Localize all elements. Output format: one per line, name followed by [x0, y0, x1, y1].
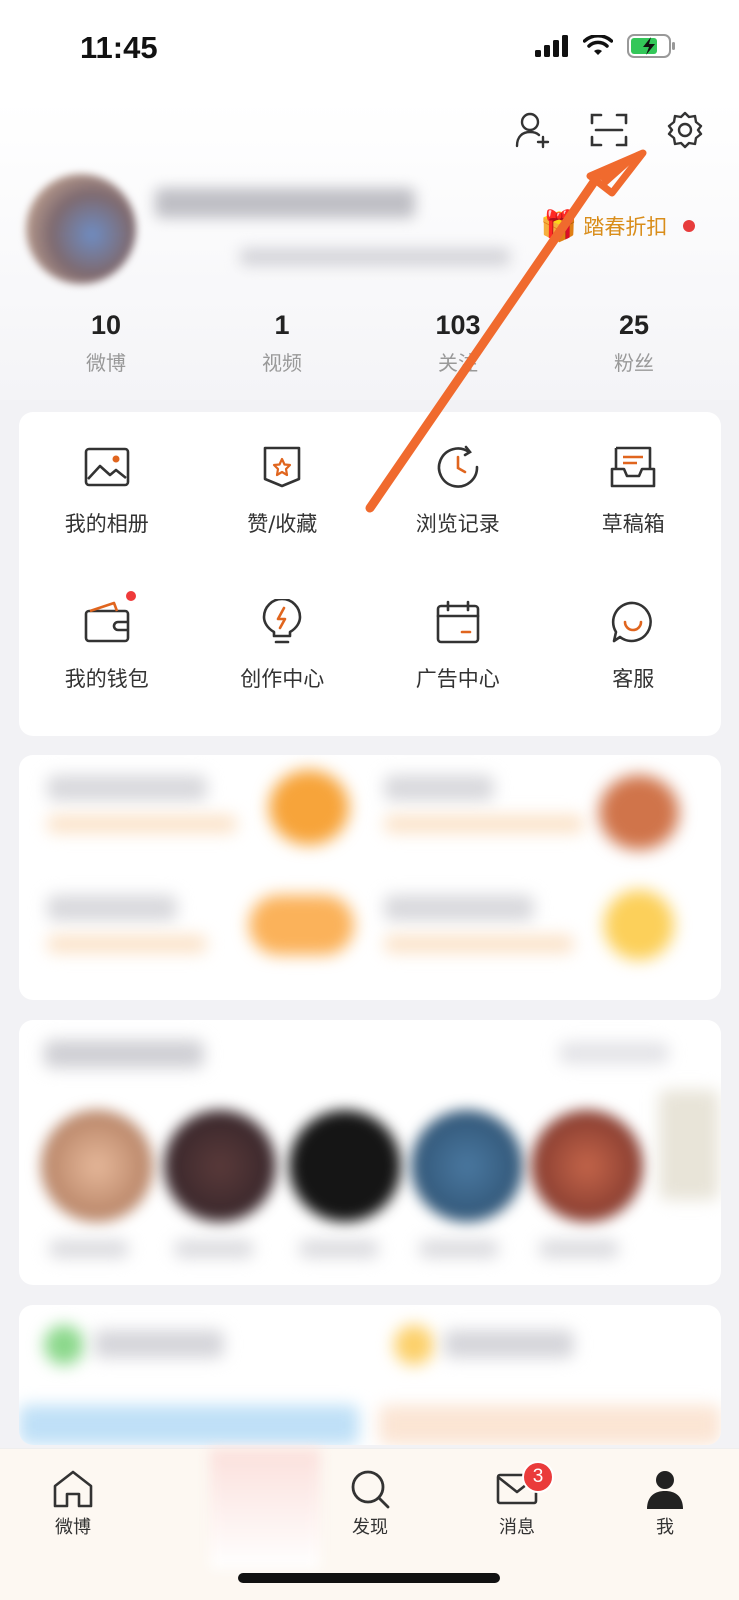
blurred-content-card[interactable]	[19, 755, 721, 1000]
menu-label: 草稿箱	[601, 512, 665, 536]
gift-icon: 🎁	[540, 208, 578, 244]
stats-row: 10 微博 1 视频 103 关注 25 粉丝	[18, 310, 722, 390]
status-bar: 11:45	[0, 0, 739, 100]
stat-following[interactable]: 103 关注	[370, 310, 546, 390]
tab-messages[interactable]: 3 消息	[472, 1461, 562, 1539]
stat-weibo[interactable]: 10 微博	[18, 310, 194, 390]
menu-item-creator-center[interactable]: 创作中心	[195, 597, 371, 752]
blurred-service-card[interactable]	[19, 1305, 721, 1445]
status-icons	[535, 34, 677, 58]
add-friend-icon[interactable]	[513, 108, 553, 152]
message-badge: 3	[522, 1461, 554, 1493]
tab-label: 微博	[55, 1517, 91, 1538]
discover-icon	[351, 1470, 390, 1509]
menu-label: 我的钱包	[64, 667, 149, 691]
status-time: 11:45	[80, 30, 158, 65]
promo-banner[interactable]: 🎁 踏春折扣	[540, 206, 696, 246]
promo-text: 踏春折扣	[583, 215, 668, 239]
stat-number: 103	[435, 310, 481, 340]
photo-album-icon	[82, 442, 132, 492]
customer-service-icon	[608, 597, 658, 647]
menu-label: 浏览记录	[415, 512, 500, 536]
tab-home[interactable]: 微博	[28, 1469, 118, 1539]
menu-item-wallet[interactable]: 我的钱包	[19, 589, 195, 752]
tab-me[interactable]: 我	[620, 1469, 710, 1539]
top-actions	[513, 108, 705, 152]
ad-center-icon	[433, 597, 483, 647]
menu-item-drafts[interactable]: 草稿箱	[546, 442, 722, 597]
tab-label: 发现	[352, 1517, 388, 1538]
menu-item-photo-album[interactable]: 我的相册	[19, 442, 195, 597]
stat-label: 微博	[86, 351, 126, 375]
profile-header[interactable]: 🎁 踏春折扣	[0, 170, 739, 295]
favorite-icon	[257, 442, 307, 492]
creator-center-icon	[257, 597, 307, 647]
battery-icon	[627, 34, 675, 58]
tab-label: 我	[656, 1517, 674, 1538]
stat-number: 10	[90, 310, 122, 340]
home-icon	[53, 1470, 93, 1508]
tab-discover[interactable]: 发现	[325, 1469, 415, 1539]
stat-video[interactable]: 1 视频	[194, 310, 370, 390]
stat-number: 1	[274, 310, 290, 340]
menu-label: 客服	[612, 667, 655, 691]
menu-label: 创作中心	[240, 667, 325, 691]
settings-icon[interactable]	[665, 108, 705, 152]
tab-label: 消息	[499, 1517, 535, 1538]
profile-subtitle-blurred	[240, 248, 510, 266]
stat-label: 视频	[262, 351, 302, 375]
promo-red-dot	[683, 220, 696, 232]
stat-number: 25	[618, 310, 650, 340]
blurred-recommend-card[interactable]	[19, 1020, 721, 1285]
wallet-red-dot	[123, 589, 138, 603]
menu-card: 我的相册 赞/收藏 浏览记录 草稿箱 我的钱包 创作中心 广告中心 客服	[19, 412, 721, 736]
history-icon	[433, 442, 483, 492]
signal-icon	[535, 35, 568, 57]
menu-item-history[interactable]: 浏览记录	[370, 442, 546, 597]
drafts-icon	[608, 442, 658, 492]
center-tab-blurred[interactable]	[210, 1449, 320, 1569]
profile-icon	[647, 1471, 683, 1509]
menu-label: 赞/收藏	[247, 512, 318, 536]
username-blurred	[155, 188, 415, 218]
stat-followers[interactable]: 25 粉丝	[546, 310, 722, 390]
menu-label: 广告中心	[415, 667, 500, 691]
stat-label: 粉丝	[614, 351, 654, 375]
menu-label: 我的相册	[64, 512, 149, 536]
menu-item-customer-service[interactable]: 客服	[546, 597, 722, 752]
menu-item-favorites[interactable]: 赞/收藏	[195, 442, 371, 597]
home-indicator[interactable]	[238, 1573, 500, 1583]
wallet-icon	[82, 589, 138, 647]
stat-label: 关注	[438, 351, 478, 375]
wifi-icon	[583, 35, 613, 55]
menu-item-ad-center[interactable]: 广告中心	[370, 597, 546, 752]
avatar[interactable]	[26, 174, 136, 284]
scan-icon[interactable]	[589, 108, 629, 152]
